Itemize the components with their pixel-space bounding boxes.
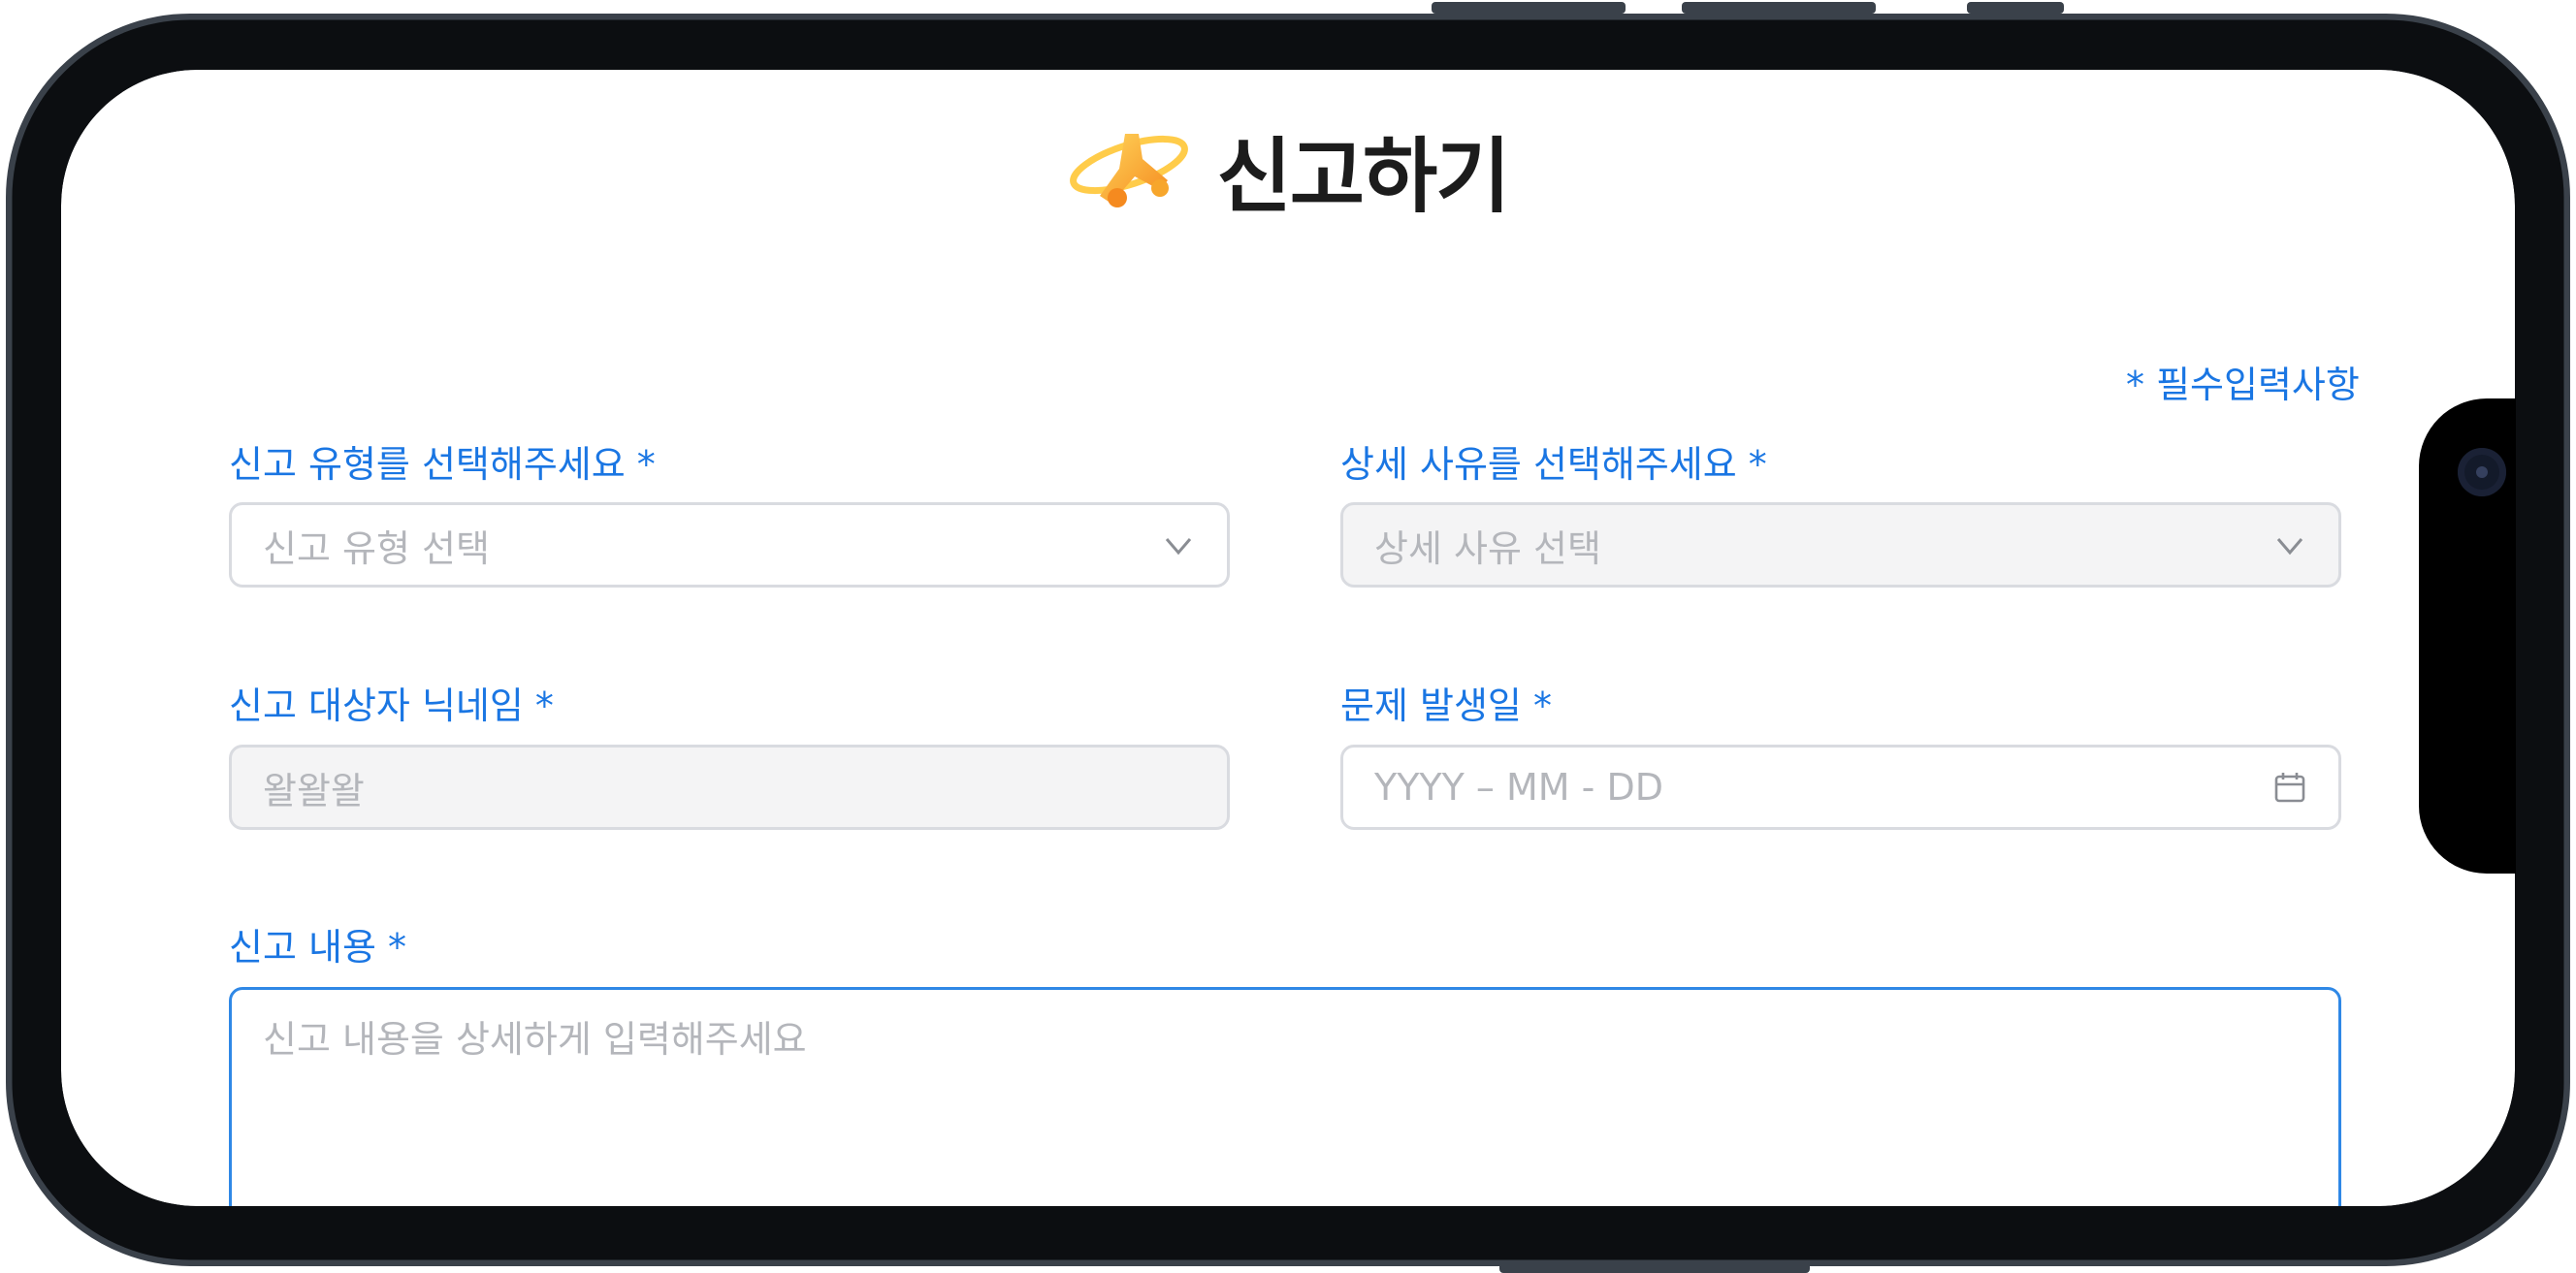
- page-title: 신고하기: [1216, 128, 1510, 224]
- report-type-placeholder: 신고 유형 선택: [263, 526, 490, 570]
- device-side-button: [2557, 533, 2570, 737]
- report-content-label: 신고 내용 *: [229, 926, 406, 969]
- device-bottom-bezel: [0, 1206, 2576, 1273]
- calendar-icon[interactable]: [2272, 770, 2307, 805]
- report-type-label: 신고 유형를 선택해주세요 *: [229, 443, 656, 486]
- report-content-placeholder: 신고 내용을 상세하게 입력해주세요: [263, 1018, 807, 1061]
- orbit-star-logo-icon: [1070, 134, 1189, 207]
- chevron-down-icon: [2276, 538, 2303, 556]
- incident-date-label: 문제 발생일 *: [1340, 684, 1552, 727]
- target-nickname-label: 신고 대상자 닉네임 *: [229, 684, 554, 727]
- chevron-down-icon: [1165, 538, 1192, 556]
- report-type-select[interactable]: 신고 유형 선택: [229, 502, 1230, 588]
- device-side-button: [1682, 2, 1876, 14]
- device-side-button: [1967, 2, 2064, 14]
- detail-reason-label: 상세 사유를 선택해주세요 *: [1340, 443, 1767, 486]
- detail-reason-select[interactable]: 상세 사유 선택: [1340, 502, 2341, 588]
- front-camera-icon: [2458, 448, 2506, 496]
- required-fields-note: * 필수입력사항: [2126, 364, 2360, 406]
- target-nickname-field: 왈왈왈: [229, 745, 1230, 830]
- target-nickname-value: 왈왈왈: [263, 769, 365, 812]
- incident-date-input[interactable]: YYYY – MM - DD: [1340, 745, 2341, 830]
- device-side-button: [1432, 2, 1626, 14]
- detail-reason-placeholder: 상세 사유 선택: [1374, 526, 1601, 570]
- page-header: 신고하기: [0, 116, 2576, 224]
- incident-date-placeholder: YYYY – MM - DD: [1374, 766, 1663, 809]
